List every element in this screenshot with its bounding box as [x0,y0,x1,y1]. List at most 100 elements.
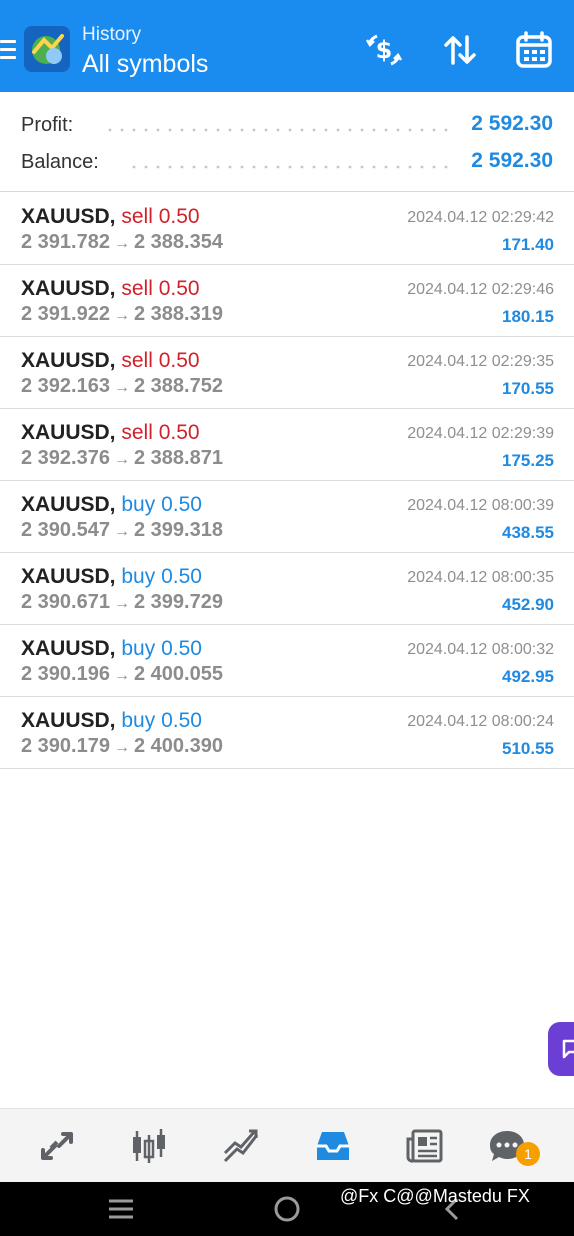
deal-row[interactable]: XAUUSD, buy 0.50 2 390.547 → 2 399.318 202… [0,481,574,553]
deal-profit: 180.15 [502,307,554,326]
deal-close-price: 2 388.871 [133,447,223,469]
tab-history[interactable] [308,1123,358,1169]
deal-symbol: XAUUSD, [21,205,116,228]
notification-badge: 1 [516,1142,540,1166]
deal-volume: 0.50 [161,709,202,732]
deal-side: sell [121,349,153,372]
deal-open-price: 2 390.671 [21,591,110,613]
recents-icon[interactable] [104,1182,138,1236]
quotes-arrows-icon [41,1132,73,1160]
header-title[interactable]: All symbols [82,50,208,79]
tab-news[interactable] [400,1123,450,1169]
dotted-leader [104,128,456,132]
deal-side: buy [121,565,156,588]
deal-row[interactable]: XAUUSD, sell 0.50 2 392.376 → 2 388.871 20… [0,409,574,481]
header-subtitle: History [82,24,142,45]
deal-row[interactable]: XAUUSD, sell 0.50 2 391.782 → 2 388.354 20… [0,193,574,265]
app-logo [24,26,70,72]
arrow-right-icon: → [113,379,130,396]
deal-time: 2024.04.12 08:00:32 [407,641,554,658]
deal-open-price: 2 391.782 [21,231,110,253]
deal-time: 2024.04.12 08:00:39 [407,497,554,514]
arrow-right-icon: → [113,667,130,684]
home-icon[interactable] [272,1182,302,1236]
deal-profit: 175.25 [502,451,554,470]
arrow-right-icon: → [113,307,130,324]
balance-value: 2 592.30 [471,149,553,172]
inbox-tray-icon [317,1132,349,1160]
deal-symbol: XAUUSD, [21,637,116,660]
tab-chart[interactable] [124,1123,174,1169]
svg-text:$: $ [376,36,393,64]
arrow-right-icon: → [113,739,130,756]
deal-side: sell [121,277,153,300]
deal-volume: 0.50 [158,205,200,228]
tab-trade[interactable] [216,1123,266,1169]
tab-quotes[interactable] [32,1123,82,1169]
deal-time: 2024.04.12 02:29:46 [407,281,554,298]
trade-lines-icon [223,1129,259,1163]
deal-symbol: XAUUSD, [21,421,116,444]
deal-open-price: 2 392.376 [21,447,110,469]
calendar-icon[interactable] [514,30,554,70]
deal-side: buy [121,709,156,732]
deal-time: 2024.04.12 08:00:24 [407,713,554,730]
menu-icon[interactable] [0,40,16,62]
deal-symbol: XAUUSD, [21,493,116,516]
deal-time: 2024.04.12 02:29:42 [407,209,554,226]
deal-row[interactable]: XAUUSD, buy 0.50 2 390.671 → 2 399.729 202… [0,553,574,625]
deal-side: sell [121,421,153,444]
deal-row[interactable]: XAUUSD, sell 0.50 2 392.163 → 2 388.752 20… [0,337,574,409]
deal-time: 2024.04.12 02:29:39 [407,425,554,442]
deal-volume: 0.50 [161,637,202,660]
deal-profit: 492.95 [502,667,554,686]
deal-symbol: XAUUSD, [21,565,116,588]
deal-row[interactable]: XAUUSD, buy 0.50 2 390.196 → 2 400.055 202… [0,625,574,697]
app-header: History All symbols $ [0,0,574,92]
deal-side: buy [121,637,156,660]
deal-open-price: 2 390.547 [21,519,110,541]
deal-symbol: XAUUSD, [21,349,116,372]
deal-close-price: 2 388.354 [133,231,223,253]
currency-exchange-icon[interactable]: $ [364,30,404,70]
deals-list: XAUUSD, sell 0.50 2 391.782 → 2 388.354 20… [0,193,574,769]
deal-close-price: 2 400.055 [133,663,223,685]
deal-close-price: 2 399.318 [133,519,223,541]
dotted-leader [128,165,456,169]
sort-icon[interactable] [440,30,480,70]
deal-close-price: 2 399.729 [133,591,223,613]
deal-volume: 0.50 [161,565,202,588]
deal-profit: 438.55 [502,523,554,542]
arrow-right-icon: → [113,595,130,612]
bottom-tab-bar [0,1108,574,1182]
candlestick-chart-icon [133,1129,165,1163]
deal-open-price: 2 391.922 [21,303,110,325]
deal-volume: 0.50 [161,493,202,516]
arrow-right-icon: → [113,235,130,252]
arrow-right-icon: → [113,451,130,468]
deal-symbol: XAUUSD, [21,709,116,732]
profit-label: Profit: [21,114,74,136]
balance-row: Balance: 2 592.30 [0,147,574,179]
deal-profit: 170.55 [502,379,554,398]
watermark-text: @Fx C@@Mastedu FX [340,1186,530,1206]
deal-open-price: 2 392.163 [21,375,110,397]
deal-close-price: 2 400.390 [133,735,223,757]
chat-fab-button[interactable] [548,1022,574,1076]
deal-profit: 452.90 [502,595,554,614]
deal-close-price: 2 388.319 [133,303,223,325]
deal-open-price: 2 390.196 [21,663,110,685]
chat-icon [562,1039,574,1059]
deal-row[interactable]: XAUUSD, sell 0.50 2 391.922 → 2 388.319 20… [0,265,574,337]
balance-label: Balance: [21,151,99,173]
deal-side: sell [121,205,153,228]
deal-profit: 171.40 [502,235,554,254]
deal-profit: 510.55 [502,739,554,758]
deal-time: 2024.04.12 02:29:35 [407,353,554,370]
deal-volume: 0.50 [158,349,200,372]
deal-side: buy [121,493,156,516]
deal-row[interactable]: XAUUSD, buy 0.50 2 390.179 → 2 400.390 202… [0,697,574,769]
profit-row: Profit: 2 592.30 [0,110,574,142]
deal-open-price: 2 390.179 [21,735,110,757]
deal-time: 2024.04.12 08:00:35 [407,569,554,586]
